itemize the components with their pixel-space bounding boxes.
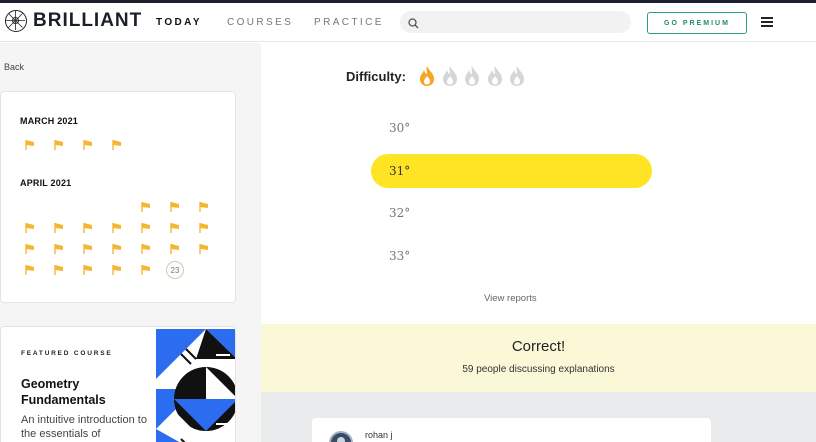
streak-flag-icon — [82, 139, 94, 151]
discussion-area: rohan j — [261, 392, 816, 442]
difficulty-flame-icon — [462, 65, 482, 92]
streak-flag-icon — [53, 139, 65, 151]
go-premium-button[interactable]: GO PREMIUM — [647, 12, 747, 34]
streak-flag-icon — [24, 139, 36, 151]
streak-flag-icon — [140, 201, 152, 213]
difficulty-flame-icon — [417, 65, 437, 92]
streak-flag-icon — [53, 222, 65, 234]
month-label-march: MARCH 2021 — [20, 116, 79, 126]
avatar[interactable] — [329, 431, 353, 442]
answer-option-4[interactable]: 33° — [371, 239, 652, 273]
problem-panel: Difficulty: 30° 31° 32° 33° View reports… — [261, 43, 816, 442]
hamburger-menu-icon[interactable] — [761, 17, 773, 27]
sidebar: Back MARCH 2021 APRIL 2021 23 FEATURED C… — [0, 43, 261, 442]
answer-option-3[interactable]: 32° — [371, 196, 652, 230]
streak-flag-icon — [140, 222, 152, 234]
streak-flag-icon — [24, 243, 36, 255]
back-link[interactable]: Back — [4, 62, 24, 72]
streak-flag-icon — [82, 264, 94, 276]
logo-text: BRILLIANT — [33, 10, 143, 31]
streak-flag-icon — [82, 243, 94, 255]
streak-flag-icon — [111, 243, 123, 255]
featured-course-description: An intuitive introduction to the essenti… — [21, 414, 147, 440]
search-icon — [408, 16, 419, 34]
featured-course-title: Geometry Fundamentals — [21, 377, 106, 407]
view-reports-link[interactable]: View reports — [484, 293, 537, 304]
top-header: BRILLIANT TODAY COURSES PRACTICE GO PREM… — [0, 3, 816, 42]
streak-flag-icon — [111, 222, 123, 234]
current-day-circle[interactable]: 23 — [166, 261, 184, 279]
comment-username[interactable]: rohan j — [365, 430, 393, 440]
brilliant-logo[interactable]: BRILLIANT — [5, 10, 142, 32]
streak-flag-icon — [24, 222, 36, 234]
geometry-course-illustration — [156, 329, 235, 442]
streak-flag-icon — [111, 139, 123, 151]
streak-flag-icon — [140, 264, 152, 276]
streak-calendar-card: MARCH 2021 APRIL 2021 23 — [0, 91, 236, 303]
difficulty-label: Difficulty: — [346, 69, 406, 84]
difficulty-flame-icon — [507, 65, 527, 92]
nav-practice[interactable]: PRACTICE — [314, 17, 384, 28]
streak-flag-icon — [53, 243, 65, 255]
streak-flag-icon — [198, 201, 210, 213]
logo-icon — [5, 10, 27, 32]
streak-flag-icon — [198, 222, 210, 234]
answer-option-1[interactable]: 30° — [371, 111, 652, 145]
month-label-april: APRIL 2021 — [20, 178, 72, 188]
streak-flag-icon — [169, 201, 181, 213]
nav-today[interactable]: TODAY — [156, 17, 202, 28]
streak-flag-icon — [82, 222, 94, 234]
answer-option-2-selected[interactable]: 31° — [371, 154, 652, 188]
featured-label: FEATURED COURSE — [21, 350, 113, 357]
streak-flag-icon — [198, 243, 210, 255]
streak-flag-icon — [53, 264, 65, 276]
featured-course-card[interactable]: FEATURED COURSE Geometry Fundamentals An… — [0, 326, 236, 442]
streak-flag-icon — [24, 264, 36, 276]
difficulty-flame-icon — [485, 65, 505, 92]
difficulty-flame-icon — [440, 65, 460, 92]
result-title: Correct! — [511, 338, 566, 355]
streak-flag-icon — [169, 243, 181, 255]
discussion-count-link[interactable]: 59 people discussing explanations — [261, 364, 816, 375]
streak-flag-icon — [140, 243, 152, 255]
streak-flag-icon — [111, 264, 123, 276]
result-banner: Correct! 59 people discussing explanatio… — [261, 324, 816, 392]
nav-courses[interactable]: COURSES — [227, 17, 293, 28]
search-input[interactable] — [400, 11, 631, 33]
comment-card: rohan j — [312, 418, 711, 442]
streak-flag-icon — [169, 222, 181, 234]
